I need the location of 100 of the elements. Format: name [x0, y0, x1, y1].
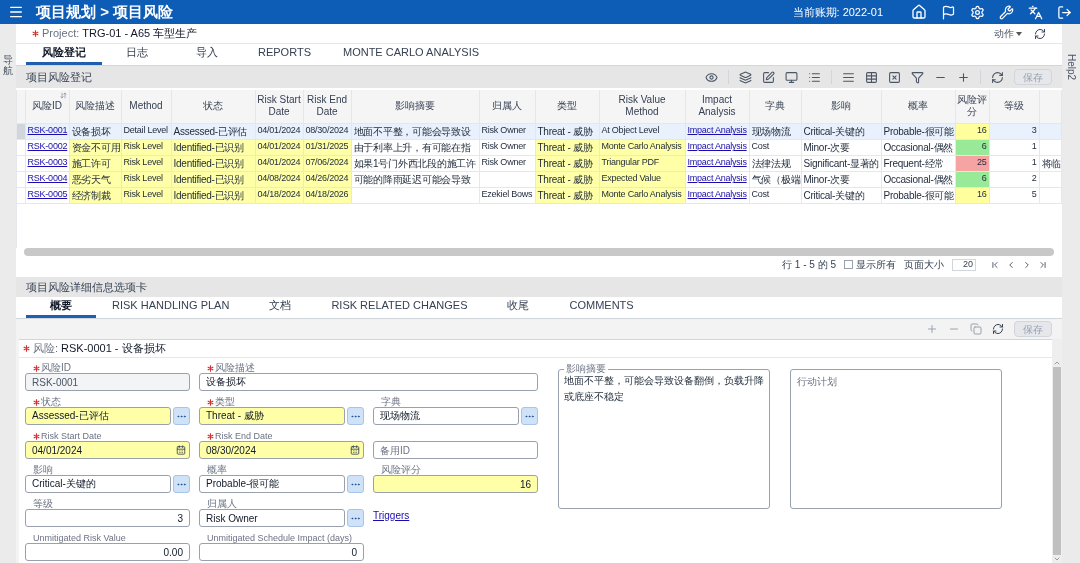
table-link[interactable]: Impact Analysis — [687, 173, 747, 184]
page-size-field[interactable]: 20 — [952, 258, 976, 271]
column-header[interactable]: 归属人 — [479, 90, 535, 123]
tab[interactable]: 导入 — [172, 43, 242, 65]
table-link[interactable]: RSK-0002 — [27, 141, 68, 152]
section-title: 项目风险登记 — [26, 69, 92, 85]
input-field[interactable]: 16 — [373, 475, 538, 493]
horizontal-scrollbar[interactable] — [24, 248, 1054, 256]
settings-icon[interactable] — [970, 4, 985, 20]
column-header[interactable]: 风险描述 — [69, 90, 121, 123]
table-cell: Risk Owner — [479, 139, 535, 155]
input-field[interactable]: 设备损坏 — [199, 373, 538, 391]
column-header[interactable]: Method — [121, 90, 171, 123]
sort-icon — [59, 92, 67, 99]
input-field[interactable]: 0.00 — [25, 543, 190, 561]
required-icon — [207, 364, 214, 372]
show-all-checkbox[interactable] — [844, 260, 853, 269]
table-cell: 由于利率上升，有可能在指 — [351, 139, 479, 155]
date-field[interactable]: 04/01/2024 — [25, 441, 190, 459]
filter-icon[interactable] — [911, 70, 924, 84]
tab[interactable]: MONTE CARLO ANALYSIS — [327, 43, 496, 65]
column-header[interactable]: Risk End Date — [303, 90, 351, 123]
tab[interactable]: 文档 — [245, 296, 316, 318]
flag-icon[interactable] — [941, 4, 956, 20]
last-page-icon[interactable] — [1038, 259, 1048, 270]
table-link[interactable]: RSK-0004 — [27, 173, 68, 184]
actions-menu[interactable]: 动作 — [994, 26, 1022, 41]
wrench-icon[interactable] — [999, 4, 1014, 20]
language-icon[interactable] — [1028, 4, 1043, 20]
edit-icon[interactable] — [762, 70, 775, 84]
column-header[interactable]: Impact Analysis — [685, 90, 749, 123]
menu-icon[interactable] — [8, 4, 24, 20]
column-header[interactable]: Risk Value Method — [599, 90, 685, 123]
table-link[interactable]: RSK-0003 — [27, 157, 68, 168]
navigation-tab[interactable]: 导航 — [3, 54, 13, 563]
section-title: 项目风险详细信息选项卡 — [26, 279, 147, 295]
input-field[interactable]: Probable-很可能 — [199, 475, 345, 493]
clear-icon[interactable] — [888, 70, 901, 84]
logout-icon[interactable] — [1057, 4, 1072, 20]
tab[interactable]: RISK HANDLING PLAN — [96, 296, 246, 318]
column-header[interactable]: Risk Start Date — [255, 90, 303, 123]
date-field[interactable]: 08/30/2024 — [199, 441, 364, 459]
table-cell: Minor-次要 — [801, 171, 881, 187]
field-label: 风险ID — [31, 363, 73, 373]
calendar-icon[interactable] — [176, 445, 186, 455]
calendar-icon[interactable] — [350, 445, 360, 455]
help-tab[interactable]: Help2 — [1063, 54, 1079, 563]
required-icon — [32, 30, 39, 37]
field-label: Unmitigated Risk Value — [32, 533, 127, 543]
input-field[interactable]: 备用ID — [373, 441, 538, 459]
input-field[interactable]: Risk Owner — [199, 509, 345, 527]
rows-icon[interactable] — [842, 70, 855, 84]
tab[interactable]: REPORTS — [242, 43, 327, 65]
tab[interactable]: 日志 — [102, 43, 172, 65]
refresh-icon[interactable] — [991, 70, 1004, 84]
plus-icon[interactable] — [957, 70, 970, 84]
input-field[interactable]: 3 — [25, 509, 190, 527]
table-link[interactable]: Impact Analysis — [687, 125, 747, 136]
tab[interactable]: COMMENTS — [553, 296, 650, 318]
input-field[interactable]: 现场物流 — [373, 407, 519, 425]
input-field[interactable]: Threat - 威胁 — [199, 407, 345, 425]
table-link[interactable]: Impact Analysis — [687, 141, 747, 152]
column-header[interactable]: 风险评分 — [955, 90, 989, 123]
list-icon[interactable] — [808, 70, 821, 84]
table-link[interactable]: Impact Analysis — [687, 189, 747, 200]
refresh-icon[interactable] — [992, 323, 1004, 335]
input-field[interactable]: 0 — [199, 543, 364, 561]
column-header[interactable]: 类型 — [535, 90, 599, 123]
column-header[interactable]: 概率 — [881, 90, 955, 123]
first-page-icon[interactable] — [990, 259, 1000, 270]
column-header[interactable]: 字典 — [749, 90, 801, 123]
layers-icon[interactable] — [739, 70, 752, 84]
field-label: 风险描述 — [205, 363, 257, 373]
input-field[interactable]: Critical-关键的 — [25, 475, 171, 493]
tab[interactable]: 收尾 — [483, 296, 554, 318]
page-title: 项目规划 > 项目风险 — [36, 1, 174, 22]
refresh-icon[interactable] — [1034, 27, 1046, 40]
table-cell: 如果1号门外西北段的施工许 — [351, 155, 479, 171]
triggers-link[interactable]: Triggers — [373, 508, 410, 523]
previous-page-icon[interactable] — [1006, 259, 1016, 270]
eye-icon[interactable] — [705, 70, 718, 84]
column-header[interactable]: 影响摘要 — [351, 90, 479, 123]
table-link[interactable]: RSK-0001 — [27, 125, 68, 136]
show-all-label: 显示所有 — [856, 258, 896, 272]
table-icon[interactable] — [865, 70, 878, 84]
table-cell: 气候（极端 — [749, 171, 801, 187]
next-page-icon[interactable] — [1022, 259, 1032, 270]
column-header[interactable]: 等级 — [989, 90, 1039, 123]
column-header[interactable]: 影响 — [801, 90, 881, 123]
column-header[interactable]: 状态 — [171, 90, 255, 123]
home-icon[interactable] — [911, 4, 927, 20]
input-field[interactable]: Assessed-已评估 — [25, 407, 171, 425]
period-text: 当前账期: 2022-01 — [792, 4, 883, 20]
table-link[interactable]: RSK-0005 — [27, 189, 68, 200]
table-link[interactable]: Impact Analysis — [687, 157, 747, 168]
monitor-icon[interactable] — [785, 70, 798, 84]
required-icon — [33, 398, 40, 406]
tab[interactable]: RISK RELATED CHANGES — [315, 296, 484, 318]
field-label: Risk Start Date — [31, 431, 104, 441]
column-header[interactable]: 风险ID — [25, 90, 69, 123]
